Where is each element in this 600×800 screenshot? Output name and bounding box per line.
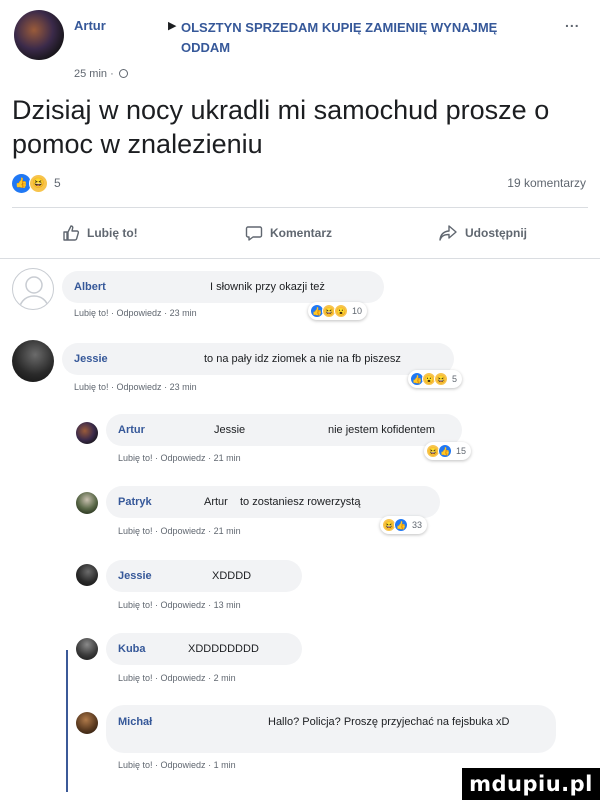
comment-time[interactable]: 23 min [170, 382, 197, 392]
thread-line [66, 650, 68, 792]
comment-reply-link[interactable]: Odpowiedz [161, 673, 206, 683]
group-name-link[interactable]: OLSZTYN SPRZEDAM KUPIĘ ZAMIENIĘ WYNAJMĘ … [181, 18, 521, 58]
wow-icon: 😮 [334, 304, 348, 318]
thumbs-up-icon [63, 225, 80, 241]
comment-reactions[interactable]: 👍 😮 😆 5 [408, 370, 463, 388]
comment-bubble: Kuba XDDDDDDDD [106, 633, 302, 665]
globe-icon [118, 69, 128, 78]
comment-actions: Lubię to! · Odpowiedz · 23 min [74, 308, 197, 318]
share-button[interactable]: Udostępnij [438, 224, 527, 242]
avatar[interactable] [76, 564, 98, 586]
comment-text: nie jestem kofidentem [328, 424, 435, 436]
post-action-bar: Lubię to! Komentarz Udostępnij [0, 224, 600, 248]
comment-reactions[interactable]: 😆 👍 33 [380, 516, 428, 534]
comment-reply-link[interactable]: Odpowiedz [117, 308, 162, 318]
post-author-name[interactable]: Artur [74, 18, 106, 33]
reaction-count: 10 [352, 306, 363, 316]
watermark-logo: mdupiu.pl [462, 768, 600, 800]
comment-actions: Lubię to! · Odpowiedz · 13 min [118, 600, 241, 610]
comment-actions: Lubię to! · Odpowiedz · 2 min [118, 673, 236, 683]
group-arrow-icon: ▶ [168, 20, 177, 32]
comment-text: to na pały idz ziomek a nie na fb piszes… [204, 353, 401, 365]
avatar[interactable] [76, 638, 98, 660]
post-body: Dzisiaj w nocy ukradli mi samochud prosz… [12, 95, 550, 159]
comment-bubble: Artur Jessie nie jestem kofidentem [106, 414, 462, 446]
comment-like-link[interactable]: Lubię to! [118, 600, 153, 610]
avatar[interactable] [12, 340, 54, 382]
more-options-icon[interactable]: ... [565, 14, 580, 30]
comment-reply-link[interactable]: Odpowiedz [161, 453, 206, 463]
avatar[interactable] [12, 268, 54, 310]
comment-time[interactable]: 13 min [214, 600, 241, 610]
comment-actions: Lubię to! · Odpowiedz · 21 min [118, 453, 241, 463]
comment-bubble: Jessie XDDDD [106, 560, 302, 592]
like-icon: 👍 [394, 518, 408, 532]
divider [0, 258, 600, 259]
reaction-count: 33 [412, 520, 423, 530]
comment-time[interactable]: 23 min [170, 308, 197, 318]
comment-time[interactable]: 21 min [214, 526, 241, 536]
post-timestamp[interactable]: 25 min · [74, 68, 128, 80]
comment-actions: Lubię to! · Odpowiedz · 21 min [118, 526, 241, 536]
like-button[interactable]: Lubię to! [62, 224, 138, 242]
comment-time[interactable]: 1 min [214, 760, 236, 770]
comment-button-label: Komentarz [270, 226, 333, 240]
comment-time[interactable]: 21 min [214, 453, 241, 463]
comment-like-link[interactable]: Lubię to! [118, 453, 153, 463]
comment-author[interactable]: Jessie [118, 569, 212, 584]
comment-reactions[interactable]: 👍 😆 😮 10 [308, 302, 368, 320]
comment-author[interactable]: Albert [74, 280, 210, 295]
comment-author[interactable]: Patryk [118, 495, 204, 510]
haha-icon: 😆 [434, 372, 448, 386]
comment-like-link[interactable]: Lubię to! [74, 382, 109, 392]
post-author-avatar[interactable] [14, 10, 64, 60]
comment-button[interactable]: Komentarz [245, 224, 332, 242]
divider [12, 207, 588, 208]
comment-bubble: Jessie to na pały idz ziomek a nie na fb … [62, 343, 454, 375]
comment-text: I słownik przy okazji też [210, 281, 325, 293]
comment-reactions[interactable]: 😆 👍 15 [424, 442, 472, 460]
reaction-count: 15 [456, 446, 467, 456]
reaction-count: 5 [452, 374, 458, 384]
comment-mention[interactable]: Artur [204, 495, 240, 510]
post-time: 25 min · [74, 68, 114, 80]
reaction-count: 5 [54, 176, 61, 190]
comment-reply-link[interactable]: Odpowiedz [117, 382, 162, 392]
share-button-label: Udostępnij [465, 226, 527, 240]
comment-actions: Lubię to! · Odpowiedz · 1 min [118, 760, 236, 770]
comment-reply-link[interactable]: Odpowiedz [161, 760, 206, 770]
comment-like-link[interactable]: Lubię to! [74, 308, 109, 318]
comment-like-link[interactable]: Lubię to! [118, 526, 153, 536]
comment-author[interactable]: Jessie [74, 352, 204, 367]
comment-text: XDDDD [212, 570, 252, 582]
comment-author[interactable]: Kuba [118, 642, 188, 657]
haha-icon: 😆 [29, 173, 48, 193]
comment-time[interactable]: 2 min [214, 673, 236, 683]
comment-like-link[interactable]: Lubię to! [118, 673, 153, 683]
post-reactions[interactable]: 👍 😆 5 [12, 173, 61, 193]
comment-reply-link[interactable]: Odpowiedz [161, 526, 206, 536]
comments-count-link[interactable]: 19 komentarzy [507, 176, 586, 190]
comment-mention[interactable]: Jessie [214, 423, 328, 438]
like-icon: 👍 [438, 444, 452, 458]
comment-text: Hallo? Policja? Proszę przyjechać na fej… [268, 716, 510, 728]
comment-actions: Lubię to! · Odpowiedz · 23 min [74, 382, 197, 392]
comment-like-link[interactable]: Lubię to! [118, 760, 153, 770]
comment-author[interactable]: Michał [118, 715, 268, 730]
comment-author[interactable]: Artur [118, 423, 214, 438]
avatar[interactable] [76, 422, 98, 444]
comment-bubble: Michał Hallo? Policja? Proszę przyjechać … [106, 705, 556, 753]
comment-bubble: Albert I słownik przy okazji też [62, 271, 384, 303]
avatar[interactable] [76, 712, 98, 734]
comment-bubble: Patryk Artur to zostaniesz rowerzystą [106, 486, 440, 518]
comment-reply-link[interactable]: Odpowiedz [161, 600, 206, 610]
avatar[interactable] [76, 492, 98, 514]
like-button-label: Lubię to! [87, 226, 138, 240]
speech-bubble-icon [245, 226, 263, 241]
comment-text: XDDDDDDDD [188, 643, 259, 655]
comment-text: to zostaniesz rowerzystą [240, 496, 361, 508]
share-arrow-icon [439, 225, 457, 241]
